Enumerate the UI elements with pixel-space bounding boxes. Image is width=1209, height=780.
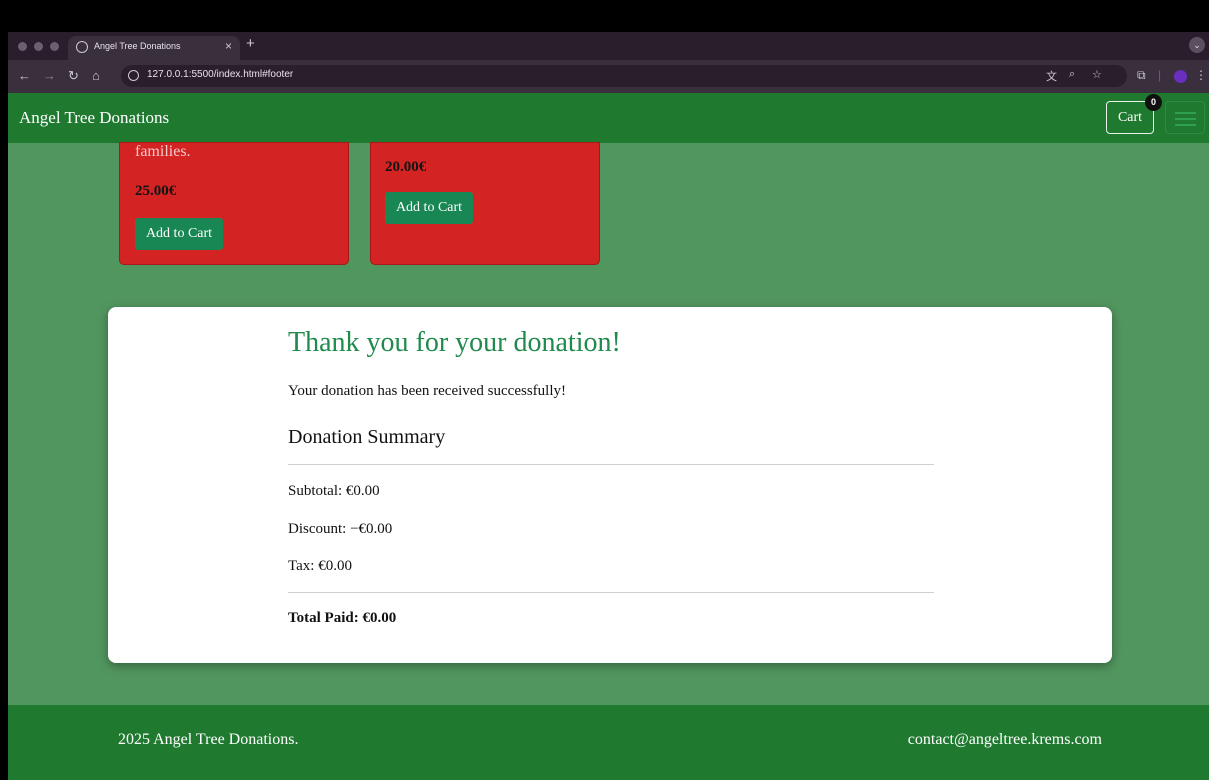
new-tab-button[interactable]: + xyxy=(246,35,255,52)
summary-divider xyxy=(288,592,934,593)
web-page: Angel Tree Donations Cart 0 families. 25… xyxy=(8,93,1209,780)
footer-copyright: 2025 Angel Tree Donations. xyxy=(118,731,299,748)
browser-toolbar: ← → ↻ ⌂ 127.0.0.1:5500/index.html#footer… xyxy=(8,60,1209,93)
confirmation-message: Your donation has been received successf… xyxy=(288,383,566,399)
back-icon[interactable]: ← xyxy=(18,68,31,83)
tab-search-icon[interactable]: ⌄ xyxy=(1189,37,1205,53)
globe-icon xyxy=(76,41,88,53)
product-price: 25.00€ xyxy=(135,183,177,199)
cart-count-badge: 0 xyxy=(1145,94,1162,111)
product-description: families. xyxy=(135,143,191,160)
translate-icon[interactable]: 文 xyxy=(1046,68,1057,84)
reload-icon[interactable]: ↻ xyxy=(68,68,79,84)
home-icon[interactable]: ⌂ xyxy=(92,68,100,83)
browser-menu-icon[interactable]: ⋮ xyxy=(1195,68,1207,82)
address-url[interactable]: 127.0.0.1:5500/index.html#footer xyxy=(147,69,293,80)
product-card: 20.00€ Add to Cart xyxy=(370,142,600,265)
browser-tab[interactable]: Angel Tree Donations × xyxy=(68,36,240,60)
profile-avatar[interactable] xyxy=(1174,70,1187,83)
menu-toggle-button[interactable] xyxy=(1165,101,1205,134)
site-footer: 2025 Angel Tree Donations. contact@angel… xyxy=(8,705,1209,780)
forward-icon[interactable]: → xyxy=(43,68,56,83)
extensions-icon[interactable]: ⧉ xyxy=(1137,68,1146,83)
summary-divider xyxy=(288,464,934,465)
window-maximize-dot[interactable] xyxy=(50,42,59,51)
add-to-cart-button[interactable]: Add to Cart xyxy=(385,192,473,224)
tab-close-icon[interactable]: × xyxy=(225,39,232,53)
product-card: families. 25.00€ Add to Cart xyxy=(119,142,349,265)
toolbar-divider: | xyxy=(1158,68,1162,82)
browser-tab-bar: Angel Tree Donations × + ⌄ xyxy=(8,32,1209,60)
bookmark-star-icon[interactable]: ☆ xyxy=(1092,68,1102,81)
site-navbar: Angel Tree Donations Cart 0 xyxy=(8,93,1209,143)
confirmation-heading: Thank you for your donation! xyxy=(288,327,621,358)
window-close-dot[interactable] xyxy=(18,42,27,51)
screen-top-bar xyxy=(8,0,1209,32)
discount-row: Discount: −€0.00 xyxy=(288,521,393,537)
hamburger-icon xyxy=(1175,112,1196,114)
subtotal-row: Subtotal: €0.00 xyxy=(288,483,380,499)
total-paid: Total Paid: €0.00 xyxy=(288,610,397,626)
address-bar[interactable]: 127.0.0.1:5500/index.html#footer 文 ⌕ ☆ xyxy=(121,65,1127,87)
add-to-cart-button[interactable]: Add to Cart xyxy=(135,218,223,250)
window-minimize-dot[interactable] xyxy=(34,42,43,51)
summary-heading: Donation Summary xyxy=(288,426,446,448)
tab-title: Angel Tree Donations xyxy=(94,41,181,51)
site-brand[interactable]: Angel Tree Donations xyxy=(19,108,169,128)
footer-contact-email[interactable]: contact@angeltree.krems.com xyxy=(908,731,1102,749)
site-info-icon[interactable] xyxy=(128,70,139,81)
product-price: 20.00€ xyxy=(385,159,427,175)
tax-row: Tax: €0.00 xyxy=(288,558,352,574)
zoom-icon[interactable]: ⌕ xyxy=(1069,68,1075,81)
donation-confirmation-panel: Thank you for your donation! Your donati… xyxy=(108,307,1112,663)
